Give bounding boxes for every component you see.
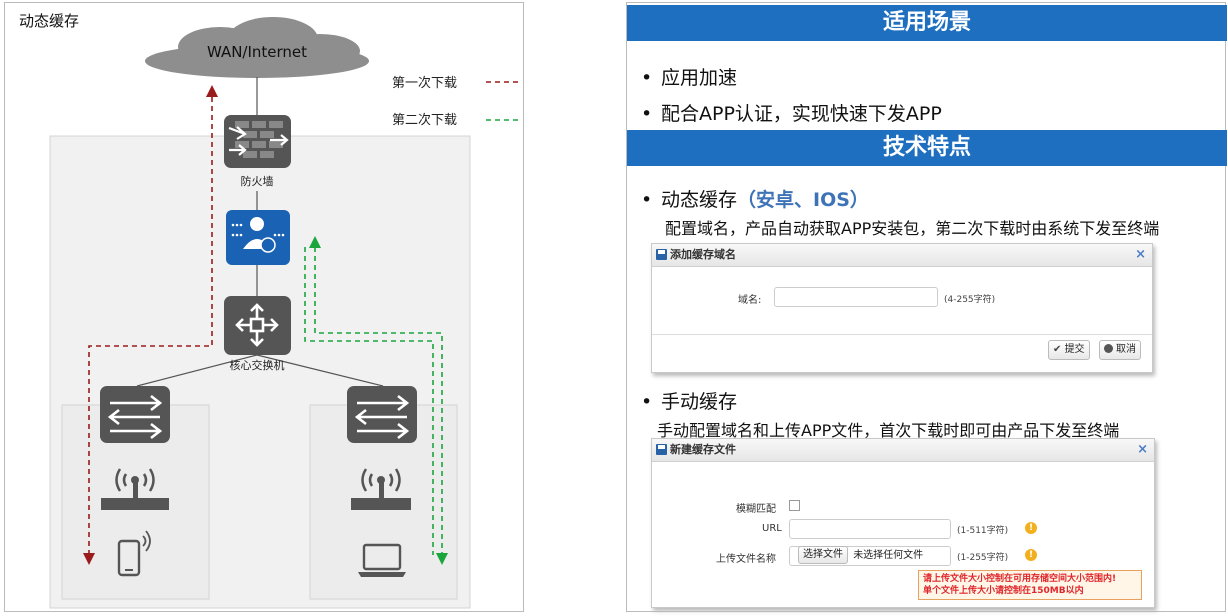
cloud-label: WAN/Internet: [207, 43, 307, 61]
bullet-dot: •: [641, 391, 653, 413]
legend-first-label: 第一次下载: [392, 75, 457, 91]
dialog-divider: [652, 334, 1152, 335]
diagram-title: 动态缓存: [19, 12, 79, 30]
feature-description: 配置域名，产品自动获取APP安装包，第二次下载时由系统下发至终端: [665, 219, 1160, 238]
banner-features: 技术特点: [627, 130, 1227, 166]
domain-hint: (4-255字符): [944, 295, 996, 305]
access-switch-icon: [347, 386, 417, 443]
dialog-header: 新建缓存文件 ×: [652, 439, 1154, 462]
left-diagram-panel: WAN/Internet 防火墙 核心交换机 第一次下载 第二次下载 动态缓存: [4, 2, 524, 612]
dialog-title: 添加缓存域名: [670, 248, 736, 261]
save-icon: [656, 444, 667, 455]
upload-error-tooltip: 请上传文件大小控制在可用存储空间大小范围内! 单个文件上传大小请控制在150MB…: [918, 570, 1142, 600]
file-input[interactable]: 选择文件 未选择任何文件: [789, 546, 951, 566]
add-cache-domain-dialog: 添加缓存域名 × 域名: (4-255字符) ✔ 提交 取消: [651, 243, 1153, 373]
legend-second-label: 第二次下载: [392, 112, 457, 128]
file-hint: (1-255字符): [957, 553, 1009, 563]
app-server-icon: [226, 210, 290, 265]
feature-dynamic-cache: • 动态缓存（安卓、IOS）: [641, 185, 869, 212]
dialog-title: 新建缓存文件: [670, 443, 736, 456]
warning-icon: !: [1025, 522, 1037, 534]
firewall-icon: [224, 115, 291, 168]
upload-file-label: 上传文件名称: [716, 554, 776, 565]
save-icon: [656, 249, 667, 260]
cancel-button[interactable]: 取消: [1099, 340, 1141, 360]
fuzzy-match-checkbox[interactable]: [789, 500, 800, 511]
scenario-text: 应用加速: [661, 67, 738, 89]
fuzzy-match-label: 模糊匹配: [736, 504, 776, 515]
cancel-label: 取消: [1116, 344, 1136, 355]
no-file-text: 未选择任何文件: [853, 550, 924, 561]
error-line: 单个文件上传大小请控制在150MB以内: [923, 586, 1084, 596]
submit-label: 提交: [1064, 344, 1085, 355]
bullet-dot: •: [641, 103, 653, 125]
url-hint: (1-511字符): [957, 526, 1009, 536]
scenario-item: • 配合APP认证，实现快速下发APP: [641, 99, 942, 126]
url-input[interactable]: [789, 519, 951, 539]
bullet-dot: •: [641, 189, 653, 211]
feature-title: 动态缓存: [661, 189, 738, 211]
error-line: 请上传文件大小控制在可用存储空间大小范围内!: [923, 574, 1117, 584]
first-download-arrow-up: [206, 85, 218, 97]
url-label: URL: [762, 523, 782, 534]
domain-input[interactable]: [774, 287, 938, 307]
feature-manual-cache: • 手动缓存: [641, 387, 737, 414]
right-info-panel: 适用场景 • 应用加速 • 配合APP认证，实现快速下发APP 技术特点 • 动态缓存…: [626, 2, 1227, 612]
core-switch-label: 核心交换机: [230, 358, 285, 372]
feature-highlight: （安卓、IOS）: [737, 189, 869, 211]
submit-button[interactable]: ✔ 提交: [1048, 340, 1090, 360]
network-diagram: WAN/Internet 防火墙 核心交换机 第一次下载 第二次下载 动态缓存: [19, 12, 519, 609]
warning-icon: !: [1025, 549, 1037, 561]
firewall-label: 防火墙: [241, 174, 274, 188]
cancel-icon: [1104, 344, 1113, 353]
close-icon[interactable]: ×: [1135, 244, 1146, 266]
bullet-dot: •: [641, 67, 653, 89]
close-icon[interactable]: ×: [1137, 439, 1148, 461]
check-icon: ✔: [1053, 344, 1065, 355]
dialog-header: 添加缓存域名 ×: [652, 244, 1152, 267]
choose-file-button[interactable]: 选择文件: [798, 546, 848, 564]
new-cache-file-dialog: 新建缓存文件 × 模糊匹配 URL (1-511字符) ! 上传文件名称 选择文…: [651, 438, 1155, 608]
core-switch-icon: [224, 296, 291, 355]
domain-label: 域名:: [738, 295, 762, 306]
scenario-item: • 应用加速: [641, 63, 737, 90]
banner-scenarios: 适用场景: [627, 5, 1227, 41]
scenario-text: 配合APP认证，实现快速下发APP: [661, 103, 942, 125]
access-switch-icon: [100, 386, 170, 443]
feature-title: 手动缓存: [661, 391, 738, 413]
